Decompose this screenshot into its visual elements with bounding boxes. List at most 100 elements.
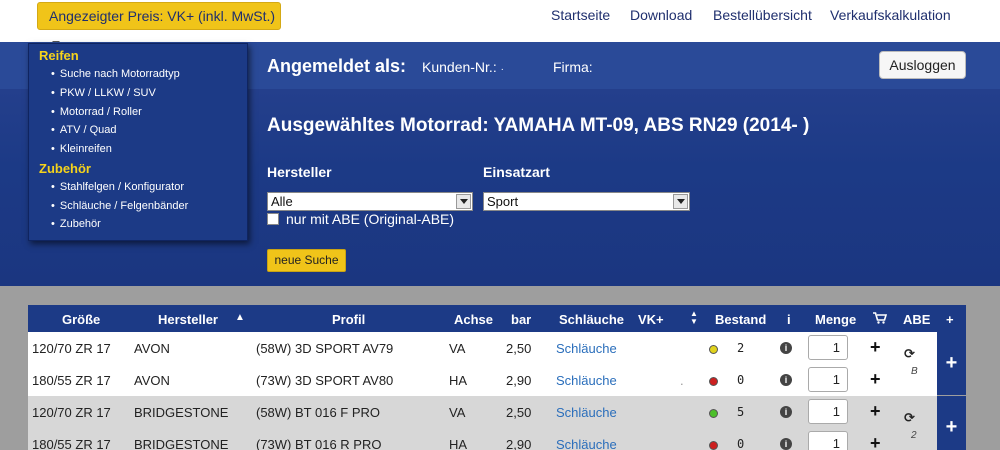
stock-status-icon [709,345,718,354]
manufacturer-select[interactable]: Alle [267,192,473,211]
refresh-icon[interactable]: ⟳ [904,346,915,362]
quantity-input[interactable]: 1 [808,431,848,450]
column-header-tubes[interactable]: Schläuche [559,312,624,327]
quantity-input[interactable]: 1 [808,399,848,424]
plus-icon: + [945,352,958,374]
tire-price: . [680,373,684,388]
tire-maker: AVON [134,373,170,388]
tire-pressure: 2,50 [506,405,532,420]
add-to-cart-icon[interactable]: + [870,370,881,388]
new-search-button[interactable]: neue Suche [267,249,346,272]
abe-value: B [911,366,918,377]
column-header-profile[interactable]: Profil [332,312,365,327]
nav-startseite[interactable]: Startseite [551,7,610,23]
selected-motorcycle-title: Ausgewähltes Motorrad: YAMAHA MT-09, ABS… [267,115,810,136]
usage-label: Einsatzart [483,164,550,180]
manufacturer-label: Hersteller [267,164,332,180]
tire-maker: BRIDGESTONE [134,405,229,420]
stock-status-icon [709,409,718,418]
info-icon[interactable]: i [780,406,792,418]
add-to-cart-icon[interactable]: + [870,338,881,356]
menu-item-zubehoer[interactable]: Zubehör [51,218,101,230]
tire-size: 180/55 ZR 17 [32,373,111,388]
nav-bestelluebersicht[interactable]: Bestellübersicht [713,7,812,23]
tubes-link[interactable]: Schläuche [556,405,617,420]
tubes-link[interactable]: Schläuche [556,437,617,450]
tire-maker: AVON [134,341,170,356]
plus-icon: + [945,416,958,438]
abe-cell: ⟳ 2 [894,396,936,450]
tire-profile: (73W) BT 016 R PRO [256,437,382,450]
column-header-stock[interactable]: Bestand [715,312,766,327]
abe-value: 2 [911,430,917,441]
stock-status-icon [709,377,718,386]
column-header-size[interactable]: Größe [62,312,100,327]
chevron-down-icon [456,194,471,209]
tire-axle: VA [449,405,466,420]
table-row: 120/70 ZR 17 BRIDGESTONE (58W) BT 016 F … [28,396,937,428]
tire-axle: HA [449,437,468,450]
add-to-cart-icon[interactable]: + [870,434,881,450]
price-display-dropdown[interactable]: Angezeigter Preis: VK+ (inkl. MwSt.) [37,2,281,46]
add-to-cart-icon[interactable]: + [870,402,881,420]
table-row: 120/70 ZR 17 AVON (58W) 3D SPORT AV79 VA… [28,332,937,364]
abe-only-checkbox[interactable] [267,213,279,225]
column-header-info: i [787,312,791,327]
tubes-link[interactable]: Schläuche [556,373,617,388]
usage-select-value: Sport [487,194,519,209]
add-pair-button[interactable]: + [937,332,966,395]
chevron-down-icon [673,194,688,209]
stock-count: 0 [737,437,745,450]
menu-category-reifen: Reifen [39,48,79,63]
info-icon[interactable]: i [780,438,792,450]
usage-select[interactable]: Sport [483,192,690,211]
abe-cell: ⟳ B [894,332,936,395]
logout-button[interactable]: Ausloggen [879,51,966,79]
stock-count: 5 [737,405,745,419]
tire-size: 180/55 ZR 17 [32,437,111,450]
table-row: 180/55 ZR 17 AVON (73W) 3D SPORT AV80 HA… [28,364,937,396]
menu-item-atv[interactable]: ATV / Quad [51,124,117,136]
tire-axle: VA [449,341,466,356]
quantity-input[interactable]: 1 [808,367,848,392]
tire-profile: (73W) 3D SPORT AV80 [256,373,394,388]
menu-item-stahlfelgen[interactable]: Stahlfelgen / Konfigurator [51,181,184,193]
sort-asc-icon[interactable]: ▲ [235,312,245,323]
column-header-maker[interactable]: Hersteller [158,312,218,327]
column-header-add: + [946,312,954,327]
results-table-header: Größe Hersteller ▲ Profil Achse bar Schl… [28,305,966,332]
info-icon[interactable]: i [780,342,792,354]
column-header-axle[interactable]: Achse [454,312,493,327]
nav-verkaufskalkulation[interactable]: Verkaufskalkulation [830,7,951,23]
stock-count: 2 [737,341,745,355]
menu-item-schlaeuche[interactable]: Schläuche / Felgenbänder [51,200,188,212]
column-header-vk[interactable]: VK+ [638,312,664,327]
tire-profile: (58W) 3D SPORT AV79 [256,341,394,356]
add-pair-button[interactable]: + [937,396,966,450]
logged-in-label: Angemeldet als: [267,56,407,76]
price-display-label: Angezeigter Preis: VK+ (inkl. MwSt.) [49,8,276,24]
tire-size: 120/70 ZR 17 [32,341,111,356]
menu-item-kleinreifen[interactable]: Kleinreifen [51,143,112,155]
menu-item-motorrad[interactable]: Motorrad / Roller [51,106,142,118]
sort-both-icon[interactable]: ▲ ▼ [690,310,698,326]
tire-pressure: 2,90 [506,373,532,388]
menu-item-pkw[interactable]: PKW / LLKW / SUV [51,87,156,99]
refresh-icon[interactable]: ⟳ [904,410,915,426]
tire-axle: HA [449,373,468,388]
manufacturer-select-value: Alle [271,194,293,209]
top-bar: Angezeigter Preis: VK+ (inkl. MwSt.) Sta… [0,0,1000,46]
stock-count: 0 [737,373,745,387]
quantity-input[interactable]: 1 [808,335,848,360]
stock-status-icon [709,441,718,450]
cart-icon [873,312,888,327]
tire-pressure: 2,50 [506,341,532,356]
tire-maker: BRIDGESTONE [134,437,229,450]
info-icon[interactable]: i [780,374,792,386]
tubes-link[interactable]: Schläuche [556,341,617,356]
tire-profile: (58W) BT 016 F PRO [256,405,381,420]
nav-download[interactable]: Download [630,7,692,23]
column-header-bar[interactable]: bar [511,312,531,327]
menu-item-motorradtyp[interactable]: Suche nach Motorradtyp [51,68,180,80]
tire-pressure: 2,90 [506,437,532,450]
